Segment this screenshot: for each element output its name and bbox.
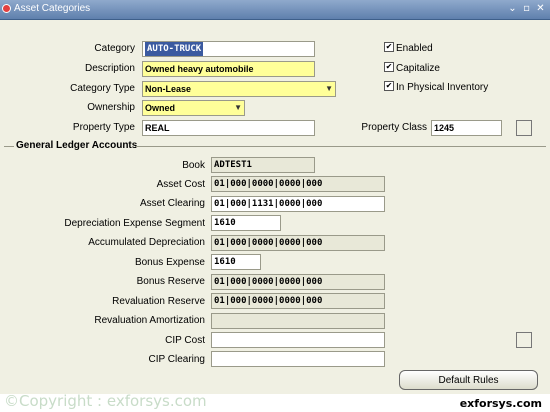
- enabled-checkbox[interactable]: ✔ Enabled: [384, 42, 433, 56]
- dep-expense-segment-label: Depreciation Expense Segment: [64, 218, 205, 229]
- asset-clearing-label: Asset Clearing: [139, 198, 205, 209]
- close-icon[interactable]: ✕: [535, 2, 546, 15]
- revaluation-reserve-field: 01|000|0000|0000|000: [211, 293, 385, 309]
- bonus-reserve-label: Bonus Reserve: [136, 276, 205, 287]
- gl-section-title: General Ledger Accounts: [16, 140, 138, 151]
- description-field[interactable]: Owned heavy automobile: [142, 61, 315, 77]
- book-label: Book: [182, 160, 205, 171]
- capitalize-label: Capitalize: [396, 63, 440, 74]
- category-value: AUTO-TRUCK: [145, 42, 204, 56]
- cip-cost-label: CIP Cost: [165, 335, 205, 346]
- minimize-icon[interactable]: ⌄: [507, 2, 518, 15]
- brand-text: exforsys.com: [459, 397, 542, 410]
- accumulated-dep-field: 01|000|0000|0000|000: [211, 235, 385, 251]
- category-type-value: Non-Lease: [145, 84, 192, 94]
- maximize-icon[interactable]: ▫: [521, 2, 532, 15]
- enabled-label: Enabled: [396, 43, 433, 54]
- category-field[interactable]: AUTO-TRUCK: [142, 41, 315, 57]
- cip-clearing-field[interactable]: [211, 351, 385, 367]
- property-type-label: Property Type: [72, 122, 135, 133]
- dep-expense-segment-field[interactable]: 1610: [211, 215, 281, 231]
- capitalize-checkbox[interactable]: ✔ Capitalize: [384, 62, 440, 76]
- category-label: Category: [94, 43, 135, 54]
- check-icon: ✔: [384, 62, 394, 73]
- accumulated-dep-label: Accumulated Depreciation: [88, 237, 205, 248]
- ownership-label: Ownership: [87, 102, 135, 113]
- revaluation-amortization-label: Revaluation Amortization: [94, 315, 205, 326]
- section-divider-right: [136, 146, 546, 147]
- revaluation-amortization-field: [211, 313, 385, 329]
- in-physical-inventory-label: In Physical Inventory: [396, 82, 489, 93]
- property-class-field[interactable]: 1245: [431, 120, 502, 136]
- asset-cost-field: 01|000|0000|0000|000: [211, 176, 385, 192]
- flexfield-bracket-icon[interactable]: [516, 120, 532, 136]
- description-label: Description: [84, 63, 135, 74]
- check-icon: ✔: [384, 81, 394, 92]
- ownership-value: Owned: [145, 103, 176, 113]
- flexfield-bracket-icon[interactable]: [516, 332, 532, 348]
- section-divider-left: [4, 146, 14, 147]
- window-controls: ⌄ ▫ ✕: [507, 2, 546, 15]
- cip-clearing-label: CIP Clearing: [148, 354, 205, 365]
- title-bar: Asset Categories ⌄ ▫ ✕: [0, 0, 550, 20]
- asset-clearing-field[interactable]: 01|000|1131|0000|000: [211, 196, 385, 212]
- bonus-expense-field[interactable]: 1610: [211, 254, 261, 270]
- chevron-down-icon[interactable]: ▼: [234, 101, 242, 115]
- copyright-watermark: ©Copyright : exforsys.com: [4, 392, 207, 410]
- check-icon: ✔: [384, 42, 394, 53]
- asset-cost-label: Asset Cost: [156, 179, 205, 190]
- asset-categories-window: Asset Categories ⌄ ▫ ✕ Category AUTO-TRU…: [0, 0, 550, 394]
- category-type-select[interactable]: Non-Lease ▼: [142, 81, 336, 97]
- oracle-logo-icon: [2, 4, 11, 13]
- window-title: Asset Categories: [14, 3, 91, 14]
- chevron-down-icon[interactable]: ▼: [325, 82, 333, 96]
- cip-cost-field[interactable]: [211, 332, 385, 348]
- revaluation-reserve-label: Revaluation Reserve: [112, 296, 205, 307]
- bonus-expense-label: Bonus Expense: [134, 257, 205, 268]
- ownership-select[interactable]: Owned ▼: [142, 100, 245, 116]
- default-rules-button[interactable]: Default Rules: [399, 370, 538, 390]
- book-field: ADTEST1: [211, 157, 315, 173]
- category-type-label: Category Type: [70, 83, 135, 94]
- bonus-reserve-field: 01|000|0000|0000|000: [211, 274, 385, 290]
- in-physical-inventory-checkbox[interactable]: ✔ In Physical Inventory: [384, 81, 488, 95]
- property-class-label: Property Class: [361, 122, 427, 133]
